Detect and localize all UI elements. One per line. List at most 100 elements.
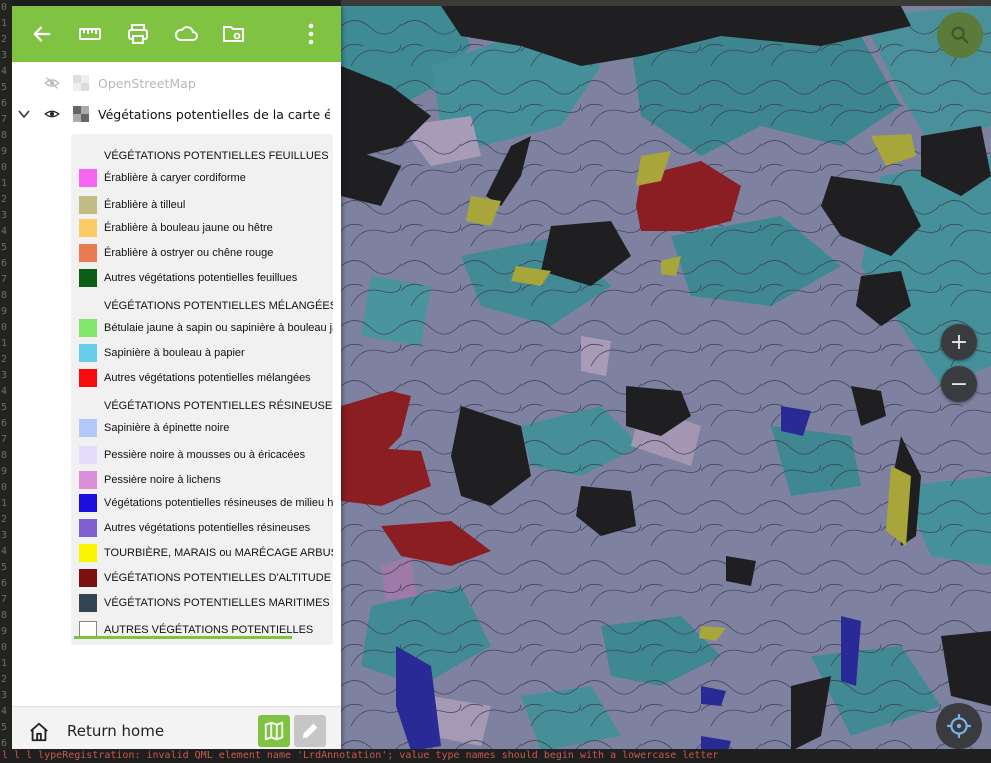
line-number: 6 bbox=[1, 418, 8, 429]
legend-item: Érablière à caryer cordiforme bbox=[71, 168, 333, 188]
line-number: 4 bbox=[1, 66, 8, 77]
back-button[interactable] bbox=[18, 10, 66, 58]
legend-item: VÉGÉTATIONS POTENTIELLES MARITIMES bbox=[71, 593, 333, 613]
printer-icon bbox=[128, 24, 148, 44]
line-number: 0 bbox=[1, 322, 8, 333]
legend-item: Érablière à tilleul bbox=[71, 195, 333, 215]
search-button[interactable] bbox=[937, 12, 983, 58]
legend-item: Bétulaie jaune à sapin ou sapinière à bo… bbox=[71, 318, 333, 338]
zoom-out-button[interactable]: − bbox=[941, 366, 977, 402]
line-number: 8 bbox=[1, 290, 8, 301]
legend-swatch bbox=[79, 269, 97, 287]
legend-swatch bbox=[79, 569, 97, 587]
pencil-icon bbox=[302, 723, 318, 739]
eye-off-icon[interactable] bbox=[44, 75, 60, 91]
legend-item: Sapinière à épinette noire bbox=[71, 418, 333, 438]
return-home-button[interactable]: Return home bbox=[67, 722, 164, 740]
line-number: 7 bbox=[1, 274, 8, 285]
line-number: 8 bbox=[1, 130, 8, 141]
line-number: 0 bbox=[1, 482, 8, 493]
legend-label: Érablière à ostryer ou chêne rouge bbox=[104, 247, 274, 259]
legend-label: Érablière à tilleul bbox=[104, 199, 186, 211]
legend-swatch bbox=[79, 344, 97, 362]
locate-me-button[interactable] bbox=[936, 703, 982, 749]
line-number: 5 bbox=[1, 402, 8, 413]
legend-label: TOURBIÈRE, MARAIS ou MARÉCAGE ARBUSTIF bbox=[104, 547, 333, 559]
line-number: 5 bbox=[1, 242, 8, 253]
line-number: 5 bbox=[1, 82, 8, 93]
map-polygons bbox=[341, 6, 991, 757]
ruler-icon bbox=[79, 28, 101, 40]
legend-section-header: VÉGÉTATIONS POTENTIELLES FEUILLUES bbox=[104, 150, 329, 162]
line-number: 5 bbox=[1, 722, 8, 733]
cloud-icon bbox=[174, 26, 198, 41]
raster-layer-icon bbox=[73, 106, 89, 122]
ide-line-gutter: 0 1 2 3 4 5 6 7 8 9 0 1 2 3 4 5 6 7 8 9 0 1 2 3 4 5 6 7 8 9 0 1 2 3 4 5 6 7 8 9… bbox=[0, 0, 12, 763]
legend-label: Érablière à caryer cordiforme bbox=[104, 172, 246, 184]
print-button[interactable] bbox=[114, 10, 162, 58]
legend-swatch bbox=[79, 494, 97, 512]
layer-name: OpenStreetMap bbox=[98, 75, 196, 91]
legend-swatch bbox=[79, 319, 97, 337]
kebab-menu-icon bbox=[308, 23, 314, 45]
legend-swatch bbox=[79, 196, 97, 214]
legend-swatch bbox=[79, 544, 97, 562]
line-number: 6 bbox=[1, 98, 8, 109]
legend-swatch bbox=[79, 219, 97, 237]
line-number: 4 bbox=[1, 386, 8, 397]
line-number: 9 bbox=[1, 146, 8, 157]
legend-scroll-indicator bbox=[74, 636, 292, 639]
home-icon[interactable] bbox=[28, 721, 50, 743]
overflow-menu-button[interactable] bbox=[287, 10, 335, 58]
layers-drawer: OpenStreetMap Végétations potentielles d… bbox=[12, 6, 341, 757]
digitize-mode-button[interactable] bbox=[294, 715, 326, 747]
line-number: 9 bbox=[1, 626, 8, 637]
line-number: 3 bbox=[1, 530, 8, 541]
line-number: 3 bbox=[1, 690, 8, 701]
layer-row-openstreetmap[interactable]: OpenStreetMap bbox=[12, 69, 341, 97]
line-number: 9 bbox=[1, 466, 8, 477]
project-folder-button[interactable] bbox=[210, 10, 258, 58]
legend-swatch bbox=[79, 594, 97, 612]
legend-label: AUTRES VÉGÉTATIONS POTENTIELLES bbox=[104, 624, 314, 636]
line-number: 2 bbox=[1, 34, 8, 45]
legend-section-header: VÉGÉTATIONS POTENTIELLES RÉSINEUSES bbox=[104, 400, 333, 412]
line-number: 1 bbox=[1, 338, 8, 349]
eye-icon[interactable] bbox=[44, 106, 60, 122]
line-number: 4 bbox=[1, 706, 8, 717]
line-number: 4 bbox=[1, 546, 8, 557]
line-number: 0 bbox=[1, 642, 8, 653]
legend-label: Pessière noire à lichens bbox=[104, 474, 221, 486]
layer-legend: VÉGÉTATIONS POTENTIELLES FEUILLUES Érabl… bbox=[71, 134, 333, 645]
line-number: 9 bbox=[1, 306, 8, 317]
legend-swatch bbox=[79, 419, 97, 437]
legend-item: Autres végétations potentielles mélangée… bbox=[71, 368, 333, 388]
legend-swatch bbox=[79, 471, 97, 489]
legend-label: Sapinière à épinette noire bbox=[104, 422, 230, 434]
map-canvas[interactable]: + − bbox=[341, 6, 991, 757]
layer-name: Végétations potentielles de la carte éc.… bbox=[98, 106, 330, 122]
browse-mode-button[interactable] bbox=[258, 715, 290, 747]
chevron-down-icon[interactable] bbox=[16, 106, 32, 122]
line-number: 3 bbox=[1, 50, 8, 61]
zoom-in-button[interactable]: + bbox=[941, 324, 977, 360]
legend-item: Érablière à bouleau jaune ou hêtre bbox=[71, 218, 333, 238]
legend-swatch bbox=[79, 244, 97, 262]
line-number: 1 bbox=[1, 178, 8, 189]
legend-label: Autres végétations potentielles résineus… bbox=[104, 522, 311, 534]
legend-swatch bbox=[79, 369, 97, 387]
layer-row-vegetations[interactable]: Végétations potentielles de la carte éc.… bbox=[12, 100, 341, 128]
line-number: 2 bbox=[1, 194, 8, 205]
raster-layer-icon bbox=[73, 75, 89, 91]
legend-item: Pessière noire à mousses ou à éricacées bbox=[71, 445, 333, 465]
line-number: 2 bbox=[1, 674, 8, 685]
line-number: 1 bbox=[1, 498, 8, 509]
line-number: 7 bbox=[1, 594, 8, 605]
legend-swatch bbox=[79, 519, 97, 537]
cloud-button[interactable] bbox=[162, 10, 210, 58]
line-number: 0 bbox=[1, 162, 8, 173]
line-number: 4 bbox=[1, 226, 8, 237]
line-number: 3 bbox=[1, 370, 8, 381]
legend-swatch bbox=[79, 446, 97, 464]
measure-button[interactable] bbox=[66, 10, 114, 58]
